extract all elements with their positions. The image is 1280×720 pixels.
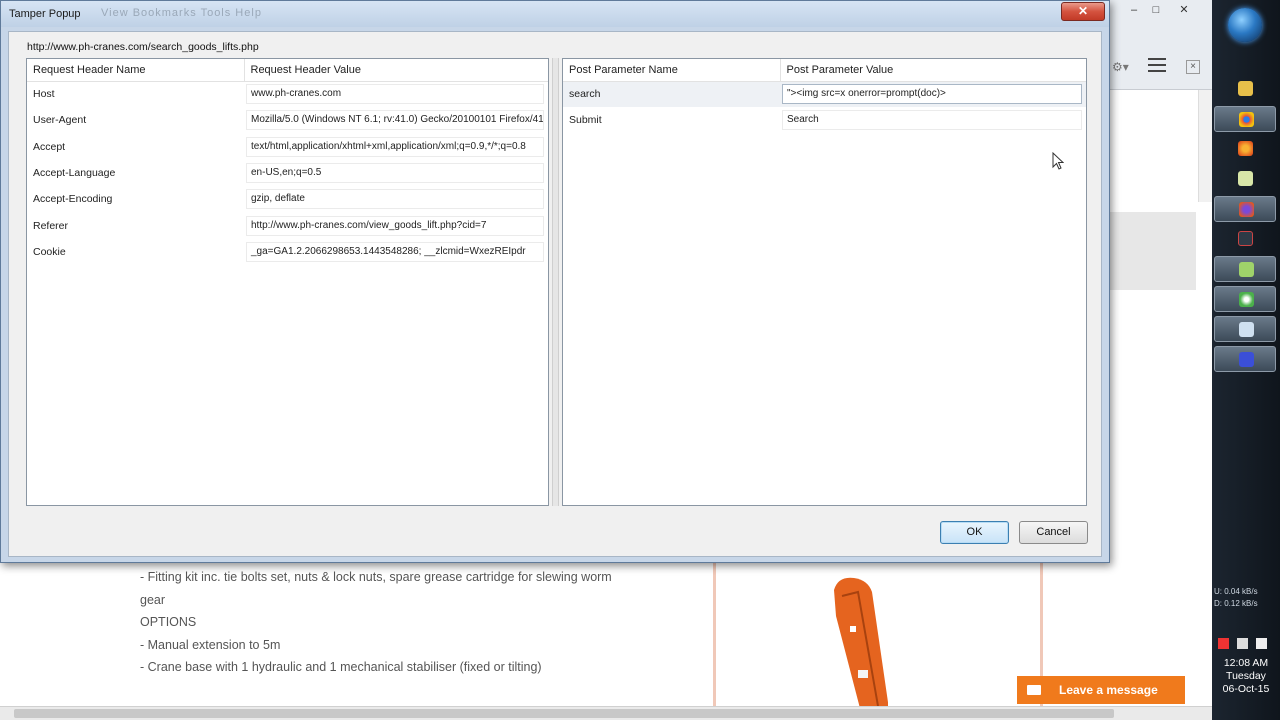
dialog-title: Tamper Popup <box>9 8 81 20</box>
column-header-name[interactable]: Request Header Name <box>27 59 245 82</box>
header-value-field[interactable]: www.ph-cranes.com <box>246 84 544 105</box>
folder-icon <box>1238 81 1253 96</box>
dialog-close-button[interactable]: ✕ <box>1061 2 1105 21</box>
taskbar-item-chrome[interactable] <box>1214 106 1276 132</box>
firefox-icon <box>1238 141 1253 156</box>
firefox-icon <box>1239 202 1254 217</box>
network-download-rate: D: 0.12 kB/s <box>1214 599 1258 608</box>
leave-message-label: Leave a message <box>1059 683 1158 697</box>
table-row[interactable]: Cookie _ga=GA1.2.2066298653.1443548286; … <box>27 239 548 265</box>
param-name: search <box>563 81 780 108</box>
panel-splitter[interactable] <box>552 58 559 506</box>
taskbar-item-firefox[interactable] <box>1214 136 1276 162</box>
menu-bar-ghost: View Bookmarks Tools Help <box>101 7 262 19</box>
column-header-name[interactable]: Post Parameter Name <box>563 59 781 82</box>
description-line: - Manual extension to 5m <box>140 637 281 652</box>
table-row[interactable]: Referer http://www.ph-cranes.com/view_go… <box>27 212 548 238</box>
chrome-icon <box>1239 112 1254 127</box>
param-name: Submit <box>569 114 602 127</box>
ok-button[interactable]: OK <box>940 521 1009 544</box>
header-value-field[interactable]: text/html,application/xhtml+xml,applicat… <box>246 136 544 157</box>
product-description: - Fitting kit inc. tie bolts set, nuts &… <box>140 566 700 679</box>
recorder-icon <box>1239 292 1254 307</box>
table-row[interactable]: Submit Search <box>563 107 1086 133</box>
header-name: Accept <box>33 140 66 153</box>
taskbar-item-chat[interactable] <box>1214 256 1276 282</box>
system-tray[interactable] <box>1218 638 1278 652</box>
header-value-field[interactable]: gzip, deflate <box>246 189 544 210</box>
network-icon[interactable] <box>1256 638 1268 649</box>
network-upload-rate: U: 0.04 kB/s <box>1214 587 1258 596</box>
header-name: User-Agent <box>33 114 87 127</box>
options-heading: OPTIONS <box>140 615 197 629</box>
table-row[interactable]: Accept-Encoding gzip, deflate <box>27 186 548 212</box>
document-icon <box>1239 322 1254 337</box>
clock-day: Tuesday <box>1226 670 1266 682</box>
taskbar-item-search[interactable] <box>1214 226 1276 252</box>
param-value-field[interactable]: "><img src=x onerror=prompt(doc)> <box>782 84 1082 105</box>
taskbar-item-firefox-active[interactable] <box>1214 196 1276 222</box>
taskbar-item-recorder[interactable] <box>1214 286 1276 312</box>
header-value-field[interactable]: Mozilla/5.0 (Windows NT 6.1; rv:41.0) Ge… <box>246 110 544 131</box>
taskbar-item-document[interactable] <box>1214 316 1276 342</box>
settings-icon[interactable]: ⚙▾ <box>1112 60 1134 74</box>
envelope-icon <box>1027 685 1041 695</box>
header-name: Accept-Encoding <box>33 193 113 206</box>
browser-toolbar: – □ ✕ <box>1110 0 1212 90</box>
taskbar-item-notepad[interactable] <box>1214 166 1276 192</box>
taskbar-item-app[interactable] <box>1214 346 1276 372</box>
crane-image <box>834 577 888 716</box>
column-header-value[interactable]: Request Header Value <box>244 59 548 82</box>
notepad-icon <box>1238 171 1253 186</box>
maximize-button[interactable]: □ <box>1146 2 1166 18</box>
table-row[interactable]: Accept-Language en-US,en;q=0.5 <box>27 160 548 186</box>
page-image-placeholder <box>1110 212 1196 290</box>
request-headers-table: Request Header Name Request Header Value… <box>27 59 548 265</box>
column-divider <box>713 562 716 712</box>
header-name: Accept-Language <box>33 167 116 180</box>
post-parameters-table: Post Parameter Name Post Parameter Value… <box>563 59 1086 134</box>
mouse-cursor-icon <box>1052 152 1064 170</box>
flag-icon[interactable] <box>1218 638 1229 649</box>
request-url: http://www.ph-cranes.com/search_goods_li… <box>27 41 259 53</box>
dialog-titlebar[interactable]: Tamper Popup View Bookmarks Tools Help ✕ <box>1 1 1109 27</box>
cancel-button[interactable]: Cancel <box>1019 521 1088 544</box>
window-close-button[interactable]: ✕ <box>1174 2 1194 18</box>
app-icon <box>1239 352 1254 367</box>
table-row[interactable]: Host www.ph-cranes.com <box>27 81 548 107</box>
request-headers-panel: Request Header Name Request Header Value… <box>26 58 549 506</box>
header-name: Host <box>33 88 55 101</box>
description-line: - Crane base with 1 hydraulic and 1 mech… <box>140 660 542 674</box>
header-name: Referer <box>33 219 69 232</box>
column-header-value[interactable]: Post Parameter Value <box>780 59 1086 82</box>
panel-close-icon[interactable]: × <box>1186 60 1200 74</box>
start-button-icon[interactable] <box>1228 8 1262 42</box>
clock-time: 12:08 AM <box>1223 657 1269 669</box>
description-line: - Fitting kit inc. tie bolts set, nuts &… <box>140 570 612 584</box>
scrollbar-thumb[interactable] <box>14 709 1114 718</box>
header-value-field[interactable]: http://www.ph-cranes.com/view_goods_lift… <box>246 215 544 236</box>
table-row[interactable]: search "><img src=x onerror=prompt(doc)> <box>563 81 1086 108</box>
leave-message-button[interactable]: Leave a message <box>1017 676 1185 704</box>
clock-date: 06-Oct-15 <box>1222 683 1270 695</box>
tamper-popup-dialog: Tamper Popup View Bookmarks Tools Help ✕… <box>0 0 1110 563</box>
search-tool-icon <box>1238 231 1253 246</box>
table-row[interactable]: Accept text/html,application/xhtml+xml,a… <box>27 134 548 160</box>
menu-icon[interactable] <box>1148 58 1166 72</box>
post-parameters-panel: Post Parameter Name Post Parameter Value… <box>562 58 1087 506</box>
vertical-scrollbar[interactable] <box>1198 90 1212 202</box>
taskbar-item-explorer[interactable] <box>1214 76 1276 102</box>
description-line: gear <box>140 592 166 607</box>
horizontal-scrollbar[interactable] <box>0 706 1212 720</box>
dialog-body: http://www.ph-cranes.com/search_goods_li… <box>8 31 1102 557</box>
chat-icon <box>1239 262 1254 277</box>
param-value-field[interactable]: Search <box>782 110 1082 131</box>
taskbar-clock[interactable]: 12:08 AM Tuesday 06-Oct-15 <box>1214 657 1278 696</box>
display-icon[interactable] <box>1237 638 1249 649</box>
header-value-field[interactable]: _ga=GA1.2.2066298653.1443548286; __zlcmi… <box>246 241 544 262</box>
header-name: Cookie <box>33 245 66 258</box>
header-value-field[interactable]: en-US,en;q=0.5 <box>246 163 544 184</box>
table-row[interactable]: User-Agent Mozilla/5.0 (Windows NT 6.1; … <box>27 107 548 133</box>
minimize-button[interactable]: – <box>1124 2 1144 18</box>
